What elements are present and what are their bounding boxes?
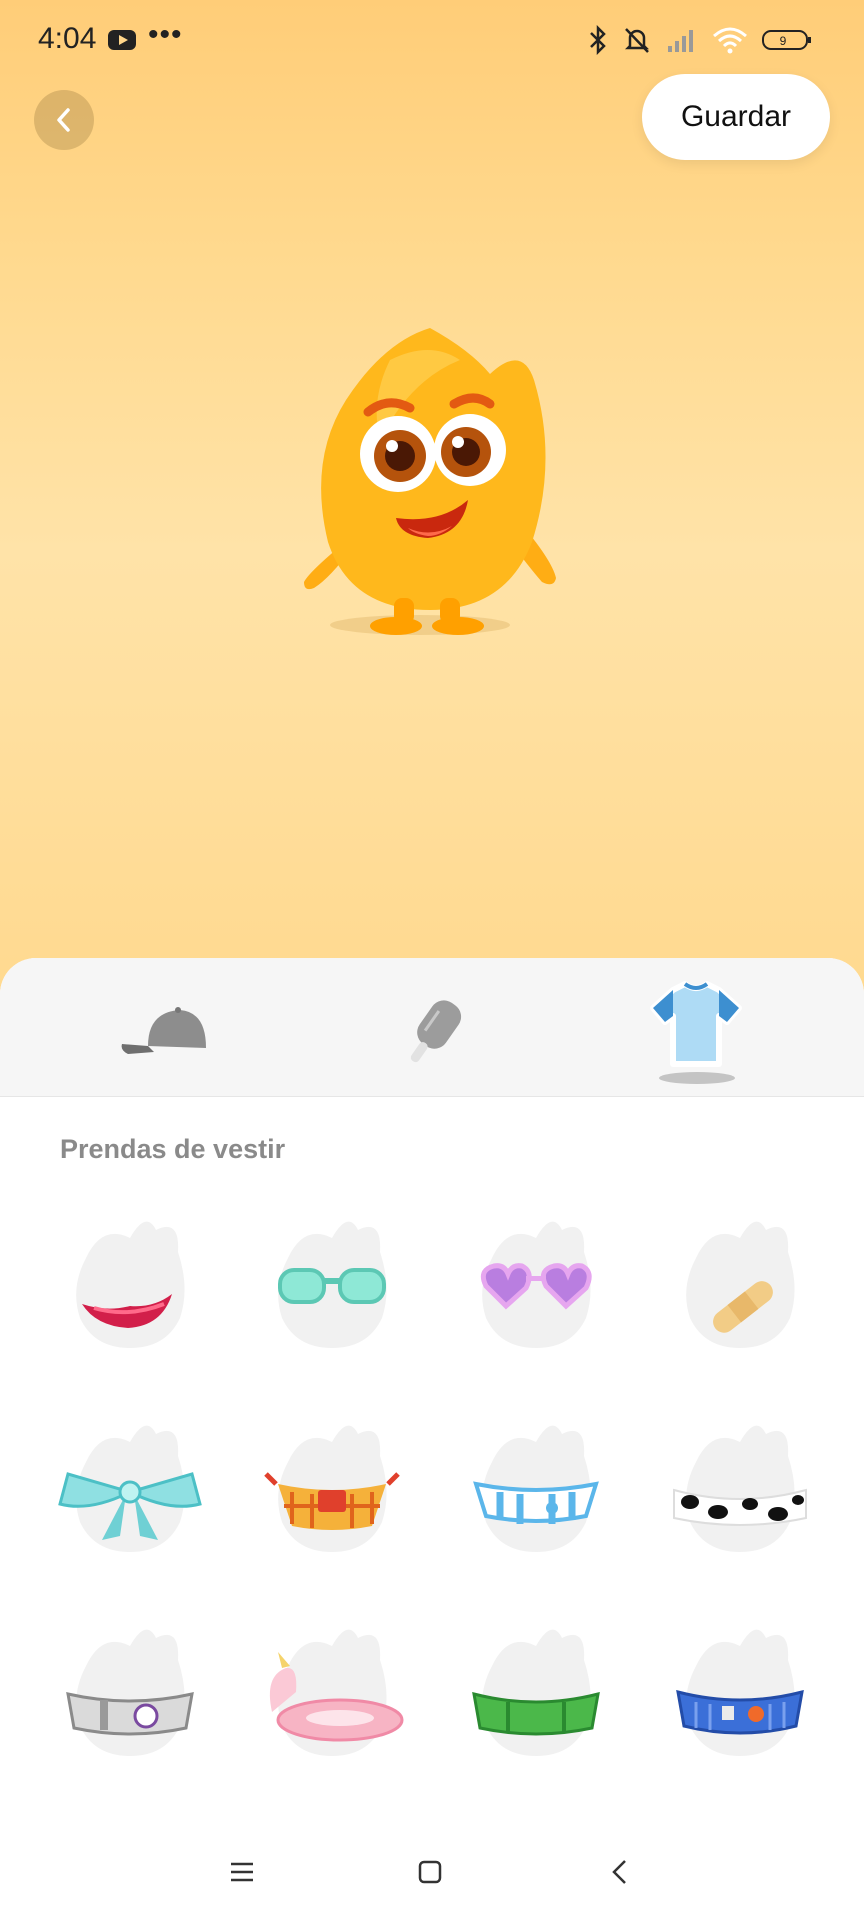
tab-clothes[interactable] xyxy=(636,978,756,1088)
system-back-button[interactable] xyxy=(598,1850,642,1894)
grid-item[interactable] xyxy=(660,1616,820,1776)
grid-item[interactable] xyxy=(252,1412,412,1572)
status-time: 4:04 xyxy=(38,22,97,55)
plaid-apron-icon xyxy=(264,1472,400,1530)
recents-button[interactable] xyxy=(220,1850,264,1894)
grid-item[interactable] xyxy=(50,1208,210,1368)
section-title: Prendas de vestir xyxy=(60,1134,286,1164)
tshirt-icon xyxy=(650,981,742,1084)
wifi-icon xyxy=(713,27,747,54)
youtube-icon xyxy=(108,30,136,50)
blue-belt-icon xyxy=(676,1689,804,1735)
grid-item[interactable] xyxy=(660,1208,820,1368)
bandage-icon xyxy=(713,1281,773,1333)
cap-icon xyxy=(121,1007,206,1054)
tab-accessories[interactable] xyxy=(372,978,492,1088)
more-dots-icon: ••• xyxy=(148,18,183,51)
silver-belt-icon xyxy=(66,1692,194,1736)
back-button[interactable] xyxy=(34,90,94,150)
home-button[interactable] xyxy=(408,1850,452,1894)
grid-item[interactable] xyxy=(252,1208,412,1368)
triangle-back-icon xyxy=(612,1860,626,1884)
teal-bow-icon xyxy=(58,1472,202,1540)
square-icon xyxy=(418,1860,442,1884)
grid-item[interactable] xyxy=(456,1208,616,1368)
tab-hats[interactable] xyxy=(108,978,228,1088)
teal-sunglasses-icon xyxy=(278,1268,386,1304)
grid-item[interactable] xyxy=(252,1616,412,1776)
customization-panel: Prendas de vestir xyxy=(0,958,864,1920)
system-nav-bar xyxy=(0,1820,864,1920)
status-bar: 4:04 ••• 9 xyxy=(0,0,864,80)
grid-item[interactable] xyxy=(50,1412,210,1572)
save-button[interactable]: Guardar xyxy=(642,74,830,160)
battery-icon: 9 xyxy=(762,30,811,50)
red-lips-icon xyxy=(82,1294,172,1328)
unicorn-float-icon xyxy=(269,1652,404,1742)
striped-top-icon xyxy=(473,1481,599,1524)
category-tabs xyxy=(0,958,864,1097)
grid-item[interactable] xyxy=(660,1412,820,1572)
heart-glasses-icon xyxy=(480,1263,592,1310)
grid-item[interactable] xyxy=(50,1616,210,1776)
cow-print-band-icon xyxy=(673,1488,807,1526)
grid-item[interactable] xyxy=(456,1412,616,1572)
battery-level: 9 xyxy=(780,34,787,48)
mascot-avatar xyxy=(304,328,556,635)
bluetooth-icon xyxy=(590,25,606,55)
bell-off-icon xyxy=(624,28,650,53)
menu-icon xyxy=(231,1862,253,1882)
green-belt-icon xyxy=(472,1691,600,1736)
popsicle-icon xyxy=(410,1000,462,1063)
chevron-left-icon xyxy=(57,108,70,132)
grid-item[interactable] xyxy=(456,1616,616,1776)
signal-icon xyxy=(668,30,693,52)
